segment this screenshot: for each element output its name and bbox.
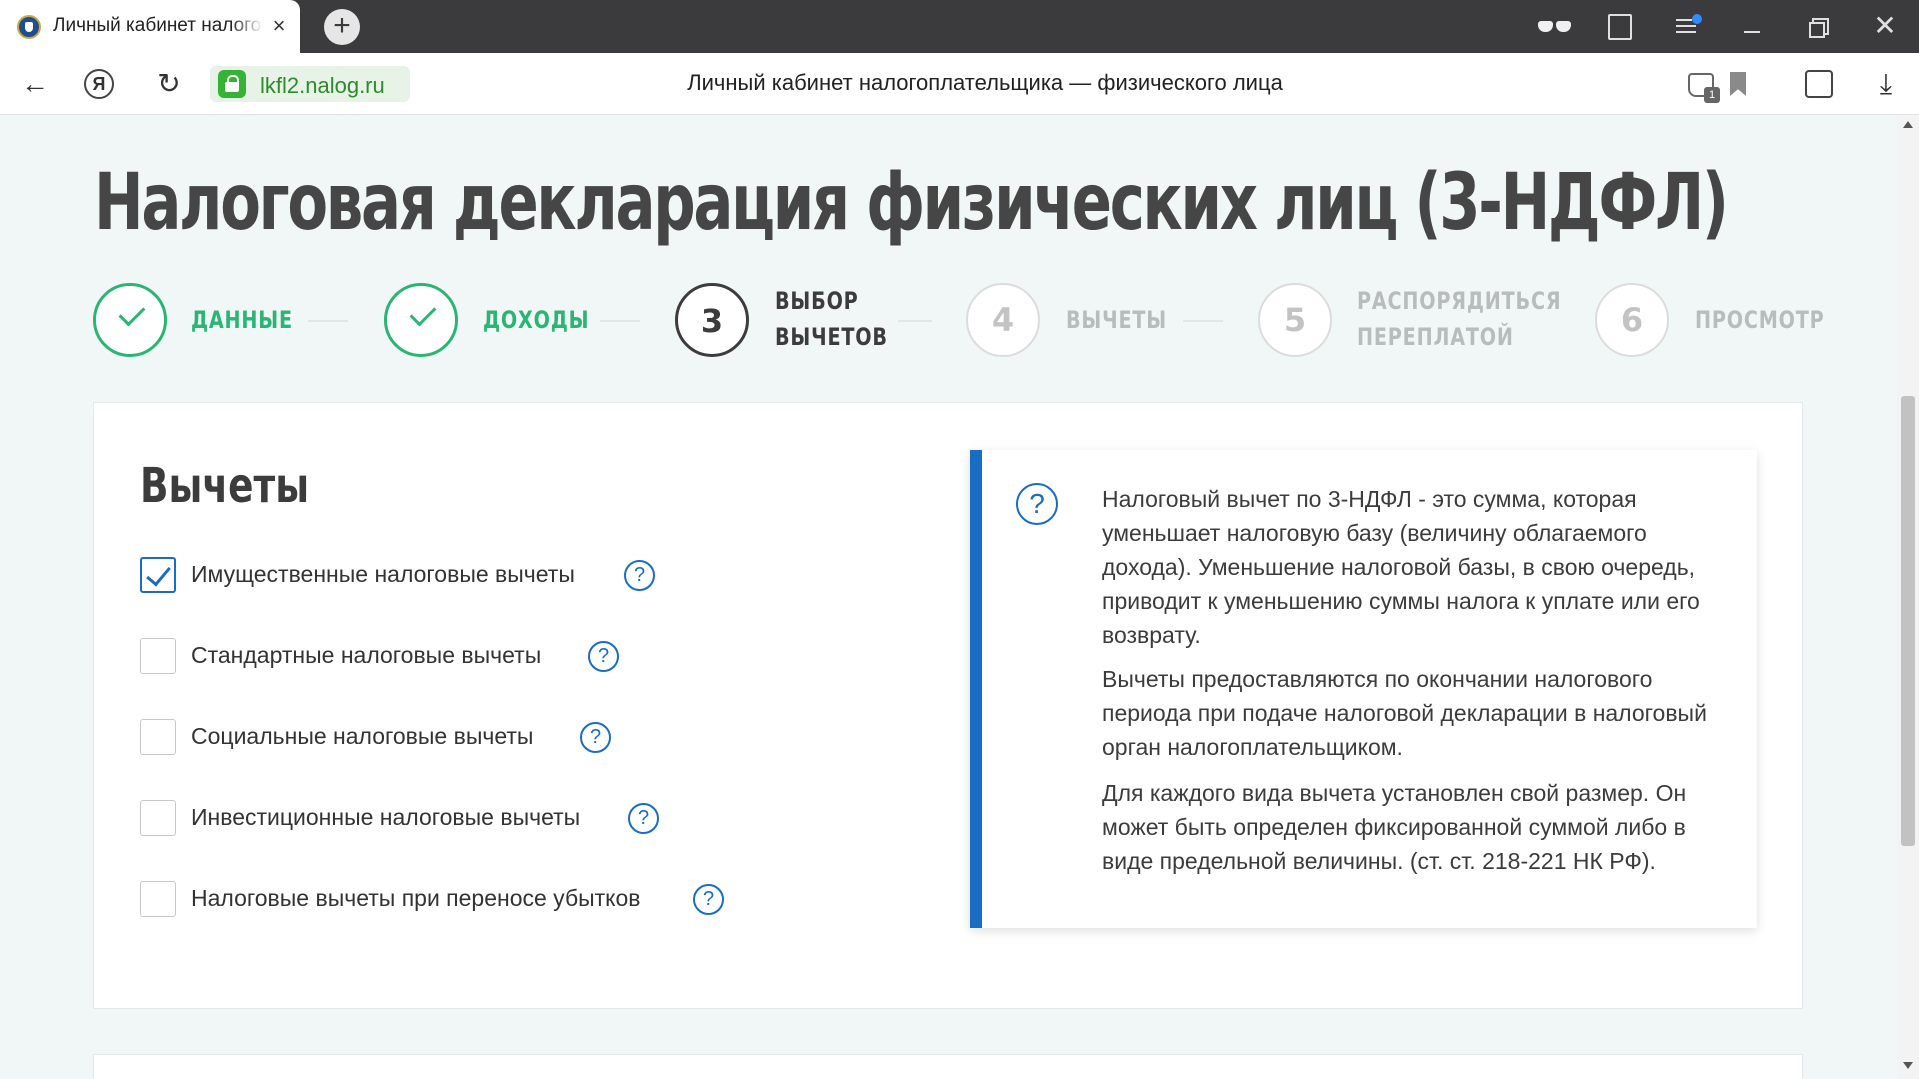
- bookmarks-panel-icon[interactable]: [1608, 14, 1632, 40]
- address-bar: ← Я ↻ lkfl2.nalog.ru Личный кабинет нало…: [0, 53, 1919, 115]
- help-icon[interactable]: ?: [580, 722, 611, 753]
- url-field[interactable]: lkfl2.nalog.ru: [210, 66, 410, 102]
- step-connector: [898, 320, 932, 322]
- new-tab-button[interactable]: +: [324, 9, 360, 45]
- back-arrow-icon[interactable]: ←: [18, 67, 52, 101]
- investment-deduction-checkbox[interactable]: [140, 800, 176, 836]
- option-label[interactable]: Имущественные налоговые вычеты: [191, 561, 575, 588]
- step-connector: [308, 320, 348, 322]
- page-title: Налоговая декларация физических лиц (3-Н…: [94, 158, 1729, 248]
- nalog-favicon-icon: [17, 15, 41, 39]
- step-2-label[interactable]: ДОХОДЫ: [483, 302, 589, 338]
- help-icon[interactable]: ?: [693, 884, 724, 915]
- step-4-label: ВЫЧЕТЫ: [1066, 306, 1167, 334]
- scroll-down-arrow-icon[interactable]: [1903, 1062, 1913, 1069]
- scroll-up-arrow-icon[interactable]: [1903, 121, 1913, 128]
- collections-icon[interactable]: [1805, 70, 1833, 98]
- social-deduction-checkbox[interactable]: [140, 719, 176, 755]
- step-connector: [600, 320, 640, 322]
- info-paragraph-3: Для каждого вида вычета установлен свой …: [1102, 780, 1687, 874]
- step-3-label-line1: ВЫБОР: [775, 287, 859, 315]
- option-label[interactable]: Налоговые вычеты при переносе убытков: [191, 885, 641, 912]
- deductions-card: Вычеты Имущественные налоговые вычеты ? …: [93, 402, 1803, 1009]
- extensions-badge: 1: [1704, 87, 1720, 103]
- help-icon[interactable]: ?: [624, 560, 655, 591]
- step-5-circle: 5: [1258, 283, 1332, 357]
- tab-close-icon[interactable]: ×: [268, 13, 290, 39]
- info-callout: ? Налоговый вычет по 3-НДФЛ - это сумма,…: [970, 450, 1757, 928]
- help-icon[interactable]: ?: [588, 641, 619, 672]
- url-text: lkfl2.nalog.ru: [260, 73, 385, 98]
- scrollbar-thumb[interactable]: [1901, 396, 1915, 846]
- step-3-label-line2: ВЫЧЕТОВ: [775, 323, 888, 351]
- address-bar-page-title: Личный кабинет налогоплательщика — физич…: [687, 70, 1283, 95]
- property-deduction-checkbox[interactable]: [140, 557, 176, 593]
- loss-carryforward-checkbox[interactable]: [140, 881, 176, 917]
- step-6-circle: 6: [1595, 283, 1669, 357]
- step-6-label: ПРОСМОТР: [1695, 306, 1825, 334]
- wizard-stepper: ДАННЫЕ ДОХОДЫ 3 ВЫБОР ВЫЧЕТОВ 4 ВЫЧЕТЫ 5…: [0, 280, 1919, 360]
- help-icon[interactable]: ?: [628, 803, 659, 834]
- minimize-window-icon[interactable]: [1740, 14, 1764, 38]
- question-circle-icon: ?: [1016, 483, 1058, 525]
- option-label[interactable]: Стандартные налоговые вычеты: [191, 642, 541, 669]
- browser-menu-icon[interactable]: [1673, 14, 1702, 38]
- step-5-label-line2: ПЕРЕПЛАТОЙ: [1357, 323, 1514, 351]
- checkmark-icon: [409, 299, 437, 327]
- restore-window-icon[interactable]: [1806, 14, 1830, 38]
- step-5-label-line1: РАСПОРЯДИТЬСЯ: [1357, 287, 1562, 315]
- page-scrollbar[interactable]: [1897, 116, 1919, 1079]
- section-title: Вычеты: [140, 458, 310, 514]
- download-icon[interactable]: ⤓: [1871, 67, 1901, 101]
- browser-tab[interactable]: Личный кабинет налогоплательщика ×: [0, 0, 300, 53]
- step-1-label[interactable]: ДАННЫЕ: [191, 302, 293, 338]
- checkmark-icon: [118, 299, 146, 327]
- tab-title: Личный кабинет налогоплательщика: [53, 15, 263, 36]
- step-3-current-circle: 3: [675, 283, 749, 357]
- extensions-icon[interactable]: 1: [1688, 73, 1720, 103]
- standard-deduction-checkbox[interactable]: [140, 638, 176, 674]
- bookmark-icon[interactable]: [1730, 72, 1746, 96]
- step-4-circle: 4: [966, 283, 1040, 357]
- step-2-done-circle[interactable]: [384, 283, 458, 357]
- reader-mode-icon[interactable]: [1535, 11, 1575, 41]
- reload-icon[interactable]: ↻: [152, 67, 186, 101]
- yandex-icon[interactable]: Я: [84, 69, 114, 99]
- next-section-card: [93, 1054, 1803, 1079]
- info-paragraph-2: Вычеты предоставляются по окончании нало…: [1102, 666, 1707, 760]
- close-window-icon[interactable]: ✕: [1870, 10, 1900, 42]
- step-1-done-circle[interactable]: [93, 283, 167, 357]
- browser-tab-bar: Личный кабинет налогоплательщика × + ✕: [0, 0, 1919, 53]
- option-label[interactable]: Инвестиционные налоговые вычеты: [191, 804, 580, 831]
- notification-dot: [1692, 14, 1702, 24]
- lock-icon[interactable]: [218, 70, 246, 98]
- option-label[interactable]: Социальные налоговые вычеты: [191, 723, 533, 750]
- info-paragraph-1: Налоговый вычет по 3-НДФЛ - это сумма, к…: [1102, 486, 1700, 648]
- step-connector: [1183, 320, 1223, 322]
